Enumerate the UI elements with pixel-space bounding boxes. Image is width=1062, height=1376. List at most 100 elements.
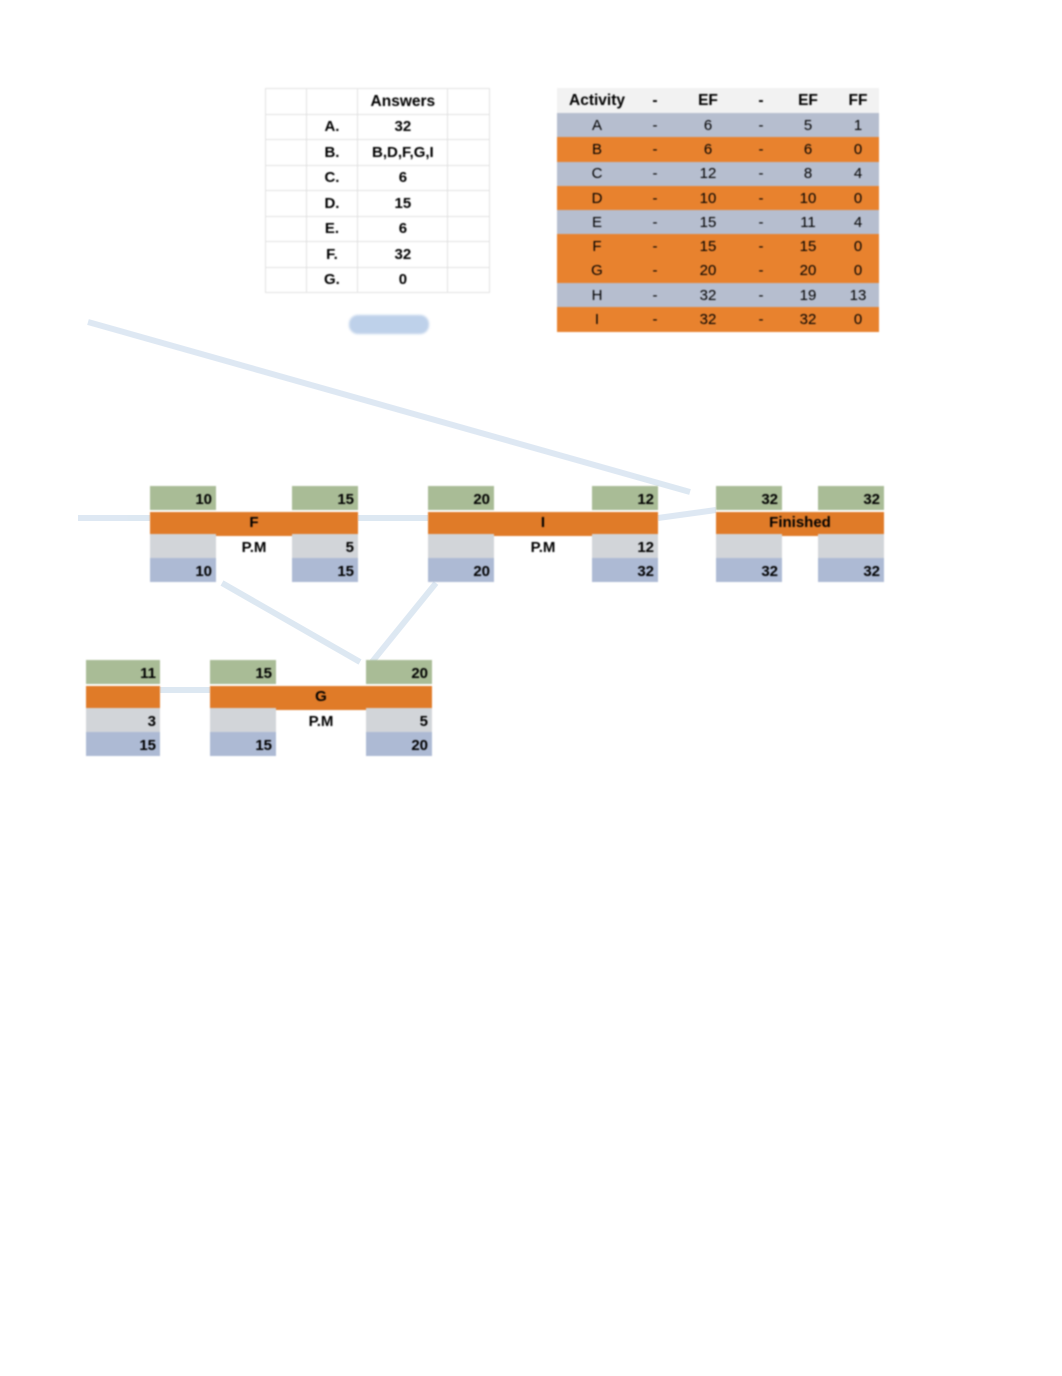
activity-table-row: D - 10 - 10 0 [557, 185, 879, 211]
node-i-late-start: 20 [473, 563, 490, 580]
activity-cell-dash2: - [743, 258, 779, 284]
answers-header-pad-left [265, 88, 307, 115]
activity-table-row: B - 6 - 6 0 [557, 137, 879, 162]
activity-cell-dash1: - [637, 258, 673, 284]
node-i-early-start: 20 [473, 491, 490, 508]
network-node-finished: 32 32 32 32 Finished [716, 486, 884, 582]
answers-row-value: 32 [357, 113, 449, 140]
activity-cell-ff: 13 [837, 283, 879, 308]
answers-row: G. 0 [265, 266, 490, 293]
network-node-f: 10 10 15 5 15 F P.M [150, 486, 358, 582]
node-g-sublabel: P.M [308, 713, 334, 730]
node-partial-duration: 3 [147, 713, 156, 730]
activity-cell-ff: 0 [837, 234, 879, 259]
answers-row: E. 6 [265, 215, 490, 242]
activity-col-header-dash1: - [637, 88, 673, 113]
activity-cell-ef1: 20 [673, 258, 743, 284]
node-f-late-start: 10 [195, 563, 212, 580]
node-i-late-finish: 32 [637, 563, 654, 580]
answers-row-pad-left [265, 190, 307, 217]
answers-row-pad-left [265, 164, 307, 191]
activity-cell-ff: 0 [837, 258, 879, 284]
node-finished-early-finish: 32 [863, 491, 880, 508]
node-finished-left-cell: 32 32 [716, 486, 782, 582]
activity-cell-ef1: 32 [673, 307, 743, 332]
activity-cell-ff: 0 [837, 137, 879, 162]
activity-cell-ef2: 11 [779, 210, 837, 235]
node-finished-right-gray-band [818, 534, 884, 558]
node-f-early-start: 10 [195, 491, 212, 508]
answers-row: F. 32 [265, 241, 490, 268]
activity-cell-ff: 4 [837, 210, 879, 235]
node-g-left-cell: 15 15 [210, 660, 276, 756]
answers-row-pad-right [447, 113, 490, 140]
answers-row-label: G. [305, 266, 359, 293]
activity-cell-ef2: 20 [779, 258, 837, 284]
node-partial-early-start: 11 [140, 665, 156, 682]
activity-cell-ef1: 6 [673, 137, 743, 162]
answers-row: D. 15 [265, 190, 490, 217]
answers-row-pad-right [447, 266, 490, 293]
answers-row-value: 0 [357, 266, 449, 293]
activity-cell-ff: 4 [837, 161, 879, 186]
blue-pill-shape [349, 315, 429, 334]
connector-diagonal-long [87, 319, 691, 495]
activity-table-row: H - 32 - 19 13 [557, 283, 879, 308]
activity-table-header-row: Activity - EF - EF FF [557, 88, 879, 113]
node-finished-late-start: 32 [761, 563, 778, 580]
node-finished-label: Finished [769, 514, 831, 531]
answers-row: B. B,D,F,G,I [265, 139, 490, 166]
connector-f-to-g [220, 580, 362, 665]
activity-cell-ff: 1 [837, 113, 879, 138]
node-finished-right-cell: 32 32 [818, 486, 884, 582]
activity-cell-name: D [557, 185, 637, 211]
activity-cell-dash1: - [637, 137, 673, 162]
answers-header-title: Answers [357, 88, 449, 115]
node-finished-late-finish: 32 [863, 563, 880, 580]
activity-cell-dash1: - [637, 161, 673, 186]
node-g-late-start: 15 [255, 737, 272, 754]
answers-row: C. 6 [265, 164, 490, 191]
network-node-i: 20 20 12 12 32 I P.M [428, 486, 658, 582]
activity-cell-dash2: - [743, 210, 779, 235]
answers-row-label: B. [305, 139, 359, 166]
activity-cell-name: H [557, 283, 637, 308]
answers-row-value: 15 [357, 190, 449, 217]
activity-col-header-activity: Activity [557, 88, 637, 113]
node-f-sublabel: P.M [241, 539, 267, 556]
activity-cell-dash1: - [637, 283, 673, 308]
activity-col-header-ef1: EF [673, 88, 743, 113]
activity-cell-name: B [557, 137, 637, 162]
activity-table: Activity - EF - EF FF A - 6 - 5 1 B - 6 … [557, 88, 879, 332]
answers-row-pad-right [447, 215, 490, 242]
activity-cell-ef2: 6 [779, 137, 837, 162]
activity-cell-ef1: 10 [673, 185, 743, 211]
activity-col-header-dash2: - [743, 88, 779, 113]
activity-cell-ff: 0 [837, 185, 879, 211]
activity-cell-ef1: 6 [673, 113, 743, 138]
answers-row-pad-left [265, 266, 307, 293]
node-f-left-cell: 10 10 [150, 486, 216, 582]
node-i-early-finish: 12 [637, 491, 654, 508]
activity-cell-name: A [557, 113, 637, 138]
activity-table-row: I - 32 - 32 0 [557, 307, 879, 332]
answers-table: Answers A. 32 B. B,D,F,G,I C. 6 D. 15 E.… [265, 88, 490, 293]
activity-cell-dash1: - [637, 210, 673, 235]
answers-row-pad-left [265, 113, 307, 140]
node-f-label: F [249, 514, 259, 531]
connector-i-to-g [369, 581, 439, 664]
activity-cell-ff: 0 [837, 307, 879, 332]
answers-header-label-col [305, 88, 359, 115]
answers-table-header-row: Answers [265, 88, 490, 115]
activity-table-row: G - 20 - 20 0 [557, 258, 879, 284]
answers-row-pad-right [447, 241, 490, 268]
network-node-partial: 11 3 15 [86, 660, 160, 756]
node-f-right-cell: 15 5 15 [292, 486, 358, 582]
node-i-sublabel: P.M [530, 539, 556, 556]
node-partial-cell: 11 3 15 [86, 660, 160, 756]
activity-table-row: A - 6 - 5 1 [557, 113, 879, 138]
answers-row-pad-right [447, 164, 490, 191]
node-g-early-start: 15 [255, 665, 272, 682]
activity-cell-dash2: - [743, 161, 779, 186]
answers-row-label: D. [305, 190, 359, 217]
